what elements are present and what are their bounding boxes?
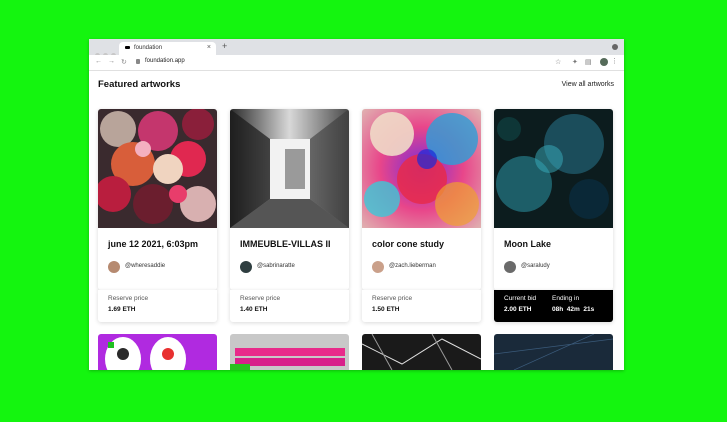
- artwork-card[interactable]: Moon Lake @saraludy: [494, 109, 613, 290]
- reserve-price-label: Reserve price: [240, 295, 281, 302]
- back-icon[interactable]: ←: [95, 58, 102, 65]
- artwork-title: IMMEUBLE-VILLAS II: [240, 239, 331, 249]
- browser-tab[interactable]: foundation ×: [119, 42, 216, 55]
- artwork-card-partial[interactable]: [494, 334, 613, 370]
- artwork-image-corridor: [230, 109, 349, 228]
- browser-menu-icon[interactable]: ⋮: [611, 57, 618, 65]
- artwork-card-partial[interactable]: [230, 334, 349, 370]
- reserve-price-label: Reserve price: [108, 295, 149, 302]
- reserve-price-value: 1.40 ETH: [240, 306, 268, 313]
- artwork-image-flowers: [98, 109, 217, 228]
- tab-bar: foundation × +: [89, 39, 624, 58]
- artwork-title: june 12 2021, 6:03pm: [108, 239, 199, 249]
- creator-handle[interactable]: @sabrinaratte: [257, 263, 295, 269]
- auction-info: Reserve price 1.50 ETH: [362, 290, 481, 322]
- browser-window: foundation × + ← → ↻ foundation.app ☆ ✦ …: [89, 39, 624, 370]
- address-bar[interactable]: foundation.app: [134, 57, 544, 68]
- new-tab-icon[interactable]: +: [222, 41, 227, 51]
- ending-in-label: Ending in: [552, 295, 580, 302]
- creator-avatar[interactable]: [240, 261, 252, 273]
- tab-title: foundation: [134, 45, 163, 51]
- profile-avatar[interactable]: [600, 58, 608, 66]
- artwork-image-color-cone: [362, 109, 481, 228]
- creator-handle[interactable]: @wheresaddie: [125, 263, 165, 269]
- creator-handle[interactable]: @zach.lieberman: [389, 263, 436, 269]
- artwork-image-moon-lake: [494, 109, 613, 228]
- page-title: Featured artworks: [98, 79, 181, 90]
- view-all-link[interactable]: View all artworks: [562, 81, 614, 88]
- reserve-price-label: Reserve price: [372, 295, 413, 302]
- bookmark-star-icon[interactable]: ☆: [555, 58, 561, 66]
- extension-icon[interactable]: ▤: [585, 58, 592, 66]
- foundation-favicon-icon: [125, 46, 130, 49]
- auction-info: Reserve price 1.40 ETH: [230, 290, 349, 322]
- extensions-icon[interactable]: ✦: [572, 58, 578, 66]
- creator-handle[interactable]: @saraludy: [521, 263, 550, 269]
- artwork-card-partial[interactable]: [362, 334, 481, 370]
- url-text: foundation.app: [145, 58, 185, 64]
- forward-icon[interactable]: →: [108, 58, 115, 65]
- reserve-price-value: 1.69 ETH: [108, 306, 136, 313]
- creator-avatar[interactable]: [108, 261, 120, 273]
- creator-avatar[interactable]: [504, 261, 516, 273]
- artwork-title: Moon Lake: [504, 239, 552, 249]
- lock-icon: [136, 59, 140, 64]
- auction-info-live: Current bid 2.00 ETH Ending in 08h 42m 2…: [494, 290, 613, 322]
- close-tab-icon[interactable]: ×: [207, 44, 211, 51]
- artwork-card-partial[interactable]: [98, 334, 217, 370]
- current-bid-label: Current bid: [504, 295, 537, 302]
- artwork-card[interactable]: IMMEUBLE-VILLAS II @sabrinaratte: [230, 109, 349, 290]
- auction-info: Reserve price 1.69 ETH: [98, 290, 217, 322]
- current-bid-value: 2.00 ETH: [504, 306, 532, 313]
- ending-in-countdown: 08h 42m 21s: [552, 306, 595, 313]
- artwork-card[interactable]: june 12 2021, 6:03pm @wheresaddie: [98, 109, 217, 290]
- artwork-card[interactable]: color cone study @zach.lieberman: [362, 109, 481, 290]
- window-close-icon[interactable]: [612, 44, 618, 50]
- reload-icon[interactable]: ↻: [121, 58, 127, 66]
- artwork-title: color cone study: [372, 239, 445, 249]
- browser-toolbar: ← → ↻ foundation.app ☆ ✦ ▤ ⋮: [89, 55, 624, 71]
- reserve-price-value: 1.50 ETH: [372, 306, 400, 313]
- creator-avatar[interactable]: [372, 261, 384, 273]
